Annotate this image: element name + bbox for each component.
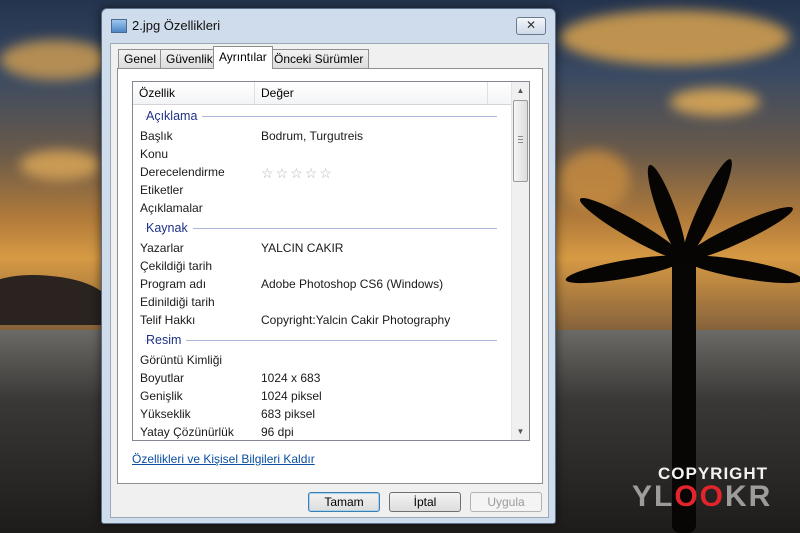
cancel-button[interactable]: İptal <box>389 492 461 512</box>
remove-properties-link[interactable]: Özellikleri ve Kişisel Bilgileri Kaldır <box>132 452 315 466</box>
list-body: Açıklama Başlık Bodrum, Turgutreis Konu D… <box>133 105 511 440</box>
tab-previous-versions[interactable]: Önceki Sürümler <box>268 49 370 68</box>
grip-line <box>518 136 523 137</box>
ok-button[interactable]: Tamam <box>308 492 380 512</box>
apply-button[interactable]: Uygula <box>470 492 542 512</box>
star-icon[interactable]: ☆ <box>305 164 318 182</box>
list-item[interactable]: Boyutlar 1024 x 683 <box>133 369 511 387</box>
grip-line <box>518 142 523 143</box>
title-bar[interactable]: 2.jpg Özellikleri ✕ <box>102 9 555 42</box>
list-item[interactable]: Etiketler <box>133 181 511 199</box>
properties-dialog: 2.jpg Özellikleri ✕ Genel Güvenlik Ayrın… <box>101 8 556 524</box>
details-list[interactable]: Özellik Değer Açıklama Başlık Bodrum, Tur… <box>132 81 530 441</box>
group-header-image: Resim <box>133 329 511 351</box>
scroll-down-arrow-icon[interactable]: ▼ <box>512 423 529 440</box>
group-title: Açıklama <box>146 105 203 127</box>
details-tab-panel: Özellik Değer Açıklama Başlık Bodrum, Tur… <box>117 68 543 484</box>
star-icon[interactable]: ☆ <box>319 164 332 182</box>
list-item[interactable]: Çekildiği tarih <box>133 257 511 275</box>
list-item[interactable]: Yazarlar YALCIN CAKIR <box>133 239 511 257</box>
list-item[interactable]: Yükseklik 683 piksel <box>133 405 511 423</box>
list-item[interactable]: Açıklamalar <box>133 199 511 217</box>
grip-line <box>518 139 523 140</box>
tab-general[interactable]: Genel <box>118 49 163 68</box>
list-item[interactable]: Derecelendirme ☆ ☆ ☆ ☆ ☆ <box>133 163 511 181</box>
star-icon[interactable]: ☆ <box>261 164 274 182</box>
window-title: 2.jpg Özellikleri <box>132 18 221 33</box>
column-header-value[interactable]: Değer <box>255 82 488 104</box>
tab-details[interactable]: Ayrıntılar <box>213 46 273 69</box>
list-item[interactable]: Genişlik 1024 piksel <box>133 387 511 405</box>
image-file-icon <box>111 19 127 33</box>
scroll-thumb[interactable] <box>513 100 528 182</box>
group-header-description: Açıklama <box>133 105 511 127</box>
dialog-client-area: Genel Güvenlik Ayrıntılar Önceki Sürümle… <box>110 43 549 518</box>
list-item[interactable]: Başlık Bodrum, Turgutreis <box>133 127 511 145</box>
group-header-origin: Kaynak <box>133 217 511 239</box>
group-divider <box>145 340 497 341</box>
cloud <box>670 88 760 116</box>
star-icon[interactable]: ☆ <box>276 164 289 182</box>
vertical-scrollbar[interactable]: ▲ ▼ <box>511 82 529 440</box>
list-item[interactable]: Edinildiği tarih <box>133 293 511 311</box>
list-header: Özellik Değer <box>133 82 511 105</box>
group-divider <box>145 228 497 229</box>
group-title: Resim <box>146 329 187 351</box>
list-item[interactable]: Konu <box>133 145 511 163</box>
scroll-up-arrow-icon[interactable]: ▲ <box>512 82 529 99</box>
column-header-property[interactable]: Özellik <box>133 82 255 104</box>
close-button[interactable]: ✕ <box>516 17 546 35</box>
watermark-logo: YLOOKR <box>632 480 773 513</box>
tab-security[interactable]: Güvenlik <box>160 49 219 68</box>
list-item[interactable]: Telif Hakkı Copyright:Yalcin Cakir Photog… <box>133 311 511 329</box>
list-item[interactable]: Görüntü Kimliği <box>133 351 511 369</box>
cloud <box>0 40 110 80</box>
star-icon[interactable]: ☆ <box>290 164 303 182</box>
list-item[interactable]: Program adı Adobe Photoshop CS6 (Windows) <box>133 275 511 293</box>
cloud <box>560 10 790 65</box>
cloud <box>20 150 100 180</box>
group-title: Kaynak <box>146 217 193 239</box>
list-item[interactable]: Yatay Çözünürlük 96 dpi <box>133 423 511 440</box>
